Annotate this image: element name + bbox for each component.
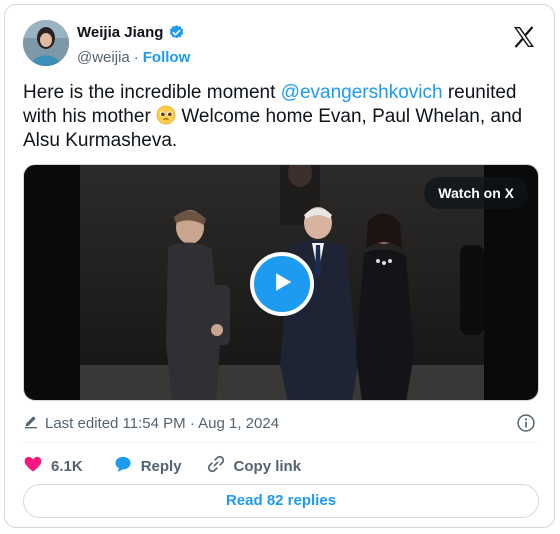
video-player[interactable]: Watch on X xyxy=(23,164,539,401)
mention-link[interactable]: @evangershkovich xyxy=(281,82,443,103)
info-icon[interactable] xyxy=(516,413,536,433)
watch-on-x-button[interactable]: Watch on X xyxy=(424,177,528,209)
author-handle-row: @weijia · Follow xyxy=(77,49,190,66)
copy-link-label: Copy link xyxy=(233,457,302,475)
link-icon xyxy=(206,454,226,478)
author-name-row: Weijia Jiang xyxy=(77,24,185,41)
play-icon xyxy=(268,268,296,301)
tweet-actions-bar: 6.1K Reply Copy link xyxy=(23,454,301,478)
tweet-text-start: Here is the incredible moment xyxy=(23,82,281,103)
author-display-name[interactable]: Weijia Jiang xyxy=(77,24,163,41)
reply-bubble-icon xyxy=(113,454,133,478)
verified-badge-icon xyxy=(168,24,185,41)
tweet-text: Here is the incredible moment @evangersh… xyxy=(23,81,543,153)
divider xyxy=(23,442,539,443)
pleading-face-emoji-icon xyxy=(156,105,176,125)
read-replies-button[interactable]: Read 82 replies xyxy=(23,484,539,518)
follow-button[interactable]: Follow xyxy=(143,49,191,66)
x-logo-icon[interactable] xyxy=(512,25,536,49)
pencil-icon xyxy=(23,413,39,433)
tweet-embed-card: Weijia Jiang @weijia · Follow Here is th… xyxy=(4,4,555,528)
edited-timestamp[interactable]: Last edited 11:54 PM · Aug 1, 2024 xyxy=(45,415,279,432)
like-count: 6.1K xyxy=(51,457,83,475)
reply-button[interactable]: Reply xyxy=(113,454,182,478)
play-button[interactable] xyxy=(250,252,314,316)
handle-separator: · xyxy=(133,49,139,66)
like-button[interactable]: 6.1K xyxy=(23,454,83,478)
author-handle[interactable]: @weijia xyxy=(77,49,130,66)
edited-info-row[interactable]: Last edited 11:54 PM · Aug 1, 2024 xyxy=(23,413,279,433)
copy-link-button[interactable]: Copy link xyxy=(206,454,302,478)
reply-label: Reply xyxy=(140,457,182,475)
avatar[interactable] xyxy=(23,20,69,66)
heart-icon xyxy=(23,454,43,478)
